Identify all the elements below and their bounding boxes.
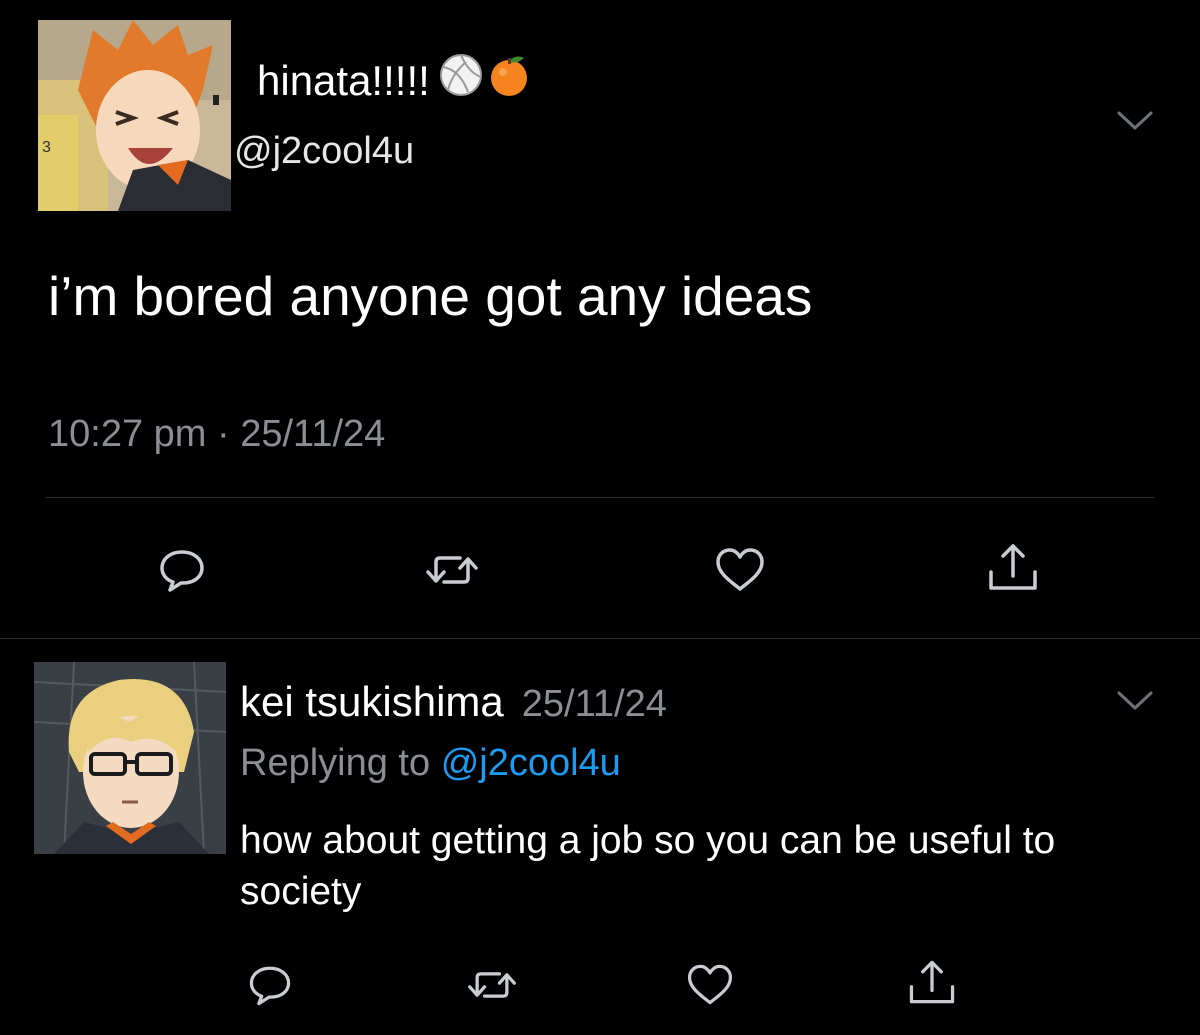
- share-icon: [909, 960, 955, 1004]
- replying-to: Replying to @j2cool4u: [240, 738, 621, 788]
- share-button[interactable]: [983, 538, 1043, 598]
- display-name[interactable]: hinata!!!!!: [257, 52, 532, 110]
- share-button[interactable]: [902, 953, 962, 1013]
- reply-button[interactable]: [240, 955, 300, 1015]
- retweet-icon: [426, 556, 478, 584]
- mention-link[interactable]: @j2cool4u: [441, 742, 621, 784]
- retweet-button[interactable]: [422, 540, 482, 600]
- like-icon: [716, 548, 764, 591]
- reply-text: how about getting a job so you can be us…: [240, 819, 1056, 913]
- avatar[interactable]: [34, 662, 226, 854]
- divider: [0, 638, 1200, 639]
- retweet-button[interactable]: [462, 955, 522, 1015]
- like-button[interactable]: [680, 955, 740, 1015]
- svg-text:3: 3: [42, 139, 51, 156]
- avatar[interactable]: 3: [38, 20, 231, 211]
- reply-icon: [160, 550, 204, 592]
- divider: [46, 497, 1154, 498]
- share-icon: [989, 544, 1037, 590]
- reply-button[interactable]: [152, 540, 212, 600]
- replying-to-label: Replying to: [240, 742, 431, 784]
- like-button[interactable]: [710, 540, 770, 600]
- retweet-icon: [468, 972, 516, 998]
- reply-header: kei tsukishima 25/11/24: [240, 676, 667, 730]
- display-name[interactable]: kei tsukishima: [240, 676, 504, 728]
- tangerine-icon: [486, 52, 532, 110]
- chevron-down-icon[interactable]: [1115, 108, 1155, 134]
- tweet-text: i’m bored anyone got any ideas: [48, 265, 813, 327]
- reply-date[interactable]: 25/11/24: [522, 678, 667, 730]
- display-name-text: hinata!!!!!: [257, 57, 430, 104]
- reply-icon: [249, 966, 291, 1006]
- tweet-timestamp[interactable]: 10:27 pm · 25/11/24: [48, 410, 385, 458]
- volleyball-icon: [438, 52, 484, 110]
- username-handle[interactable]: @j2cool4u: [234, 127, 414, 175]
- like-icon: [687, 964, 733, 1005]
- chevron-down-icon[interactable]: [1115, 688, 1155, 714]
